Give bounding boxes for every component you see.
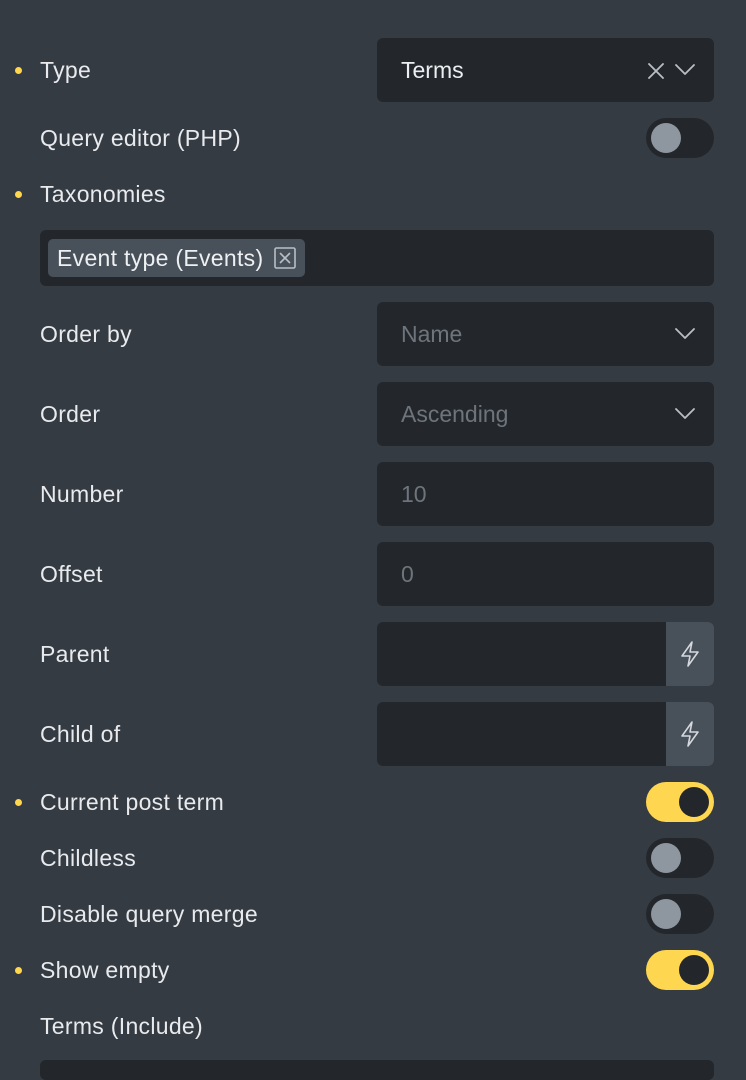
terms-include-select[interactable]: [40, 1060, 714, 1080]
dynamic-data-button[interactable]: [666, 622, 714, 686]
disable-query-merge-toggle[interactable]: [646, 894, 714, 934]
type-label: Type: [40, 57, 92, 83]
query-settings-panel: Type Terms Query editor (PHP) Taxonomies…: [0, 0, 746, 1080]
chevron-down-icon[interactable]: [675, 64, 695, 76]
toggle-knob: [679, 955, 709, 985]
toggle-knob: [679, 787, 709, 817]
parent-label: Parent: [40, 641, 110, 667]
current-post-term-toggle[interactable]: [646, 782, 714, 822]
order-select[interactable]: Ascending: [377, 382, 714, 446]
taxonomies-select[interactable]: Event type (Events): [40, 230, 714, 286]
number-placeholder: 10: [401, 481, 427, 507]
taxonomy-tag-label: Event type (Events): [57, 245, 264, 271]
order-label: Order: [40, 401, 101, 427]
dynamic-data-button[interactable]: [666, 702, 714, 766]
parent-input[interactable]: [377, 622, 714, 686]
child-of-label: Child of: [40, 721, 121, 747]
query-editor-toggle[interactable]: [646, 118, 714, 158]
modified-indicator: [15, 967, 22, 974]
number-label: Number: [40, 481, 124, 507]
show-empty-toggle[interactable]: [646, 950, 714, 990]
query-editor-label: Query editor (PHP): [40, 125, 241, 151]
disable-query-merge-label: Disable query merge: [40, 901, 258, 927]
show-empty-label: Show empty: [40, 957, 170, 983]
childless-toggle[interactable]: [646, 838, 714, 878]
close-square-icon[interactable]: [274, 247, 297, 269]
close-icon[interactable]: [648, 63, 664, 79]
taxonomy-tag: Event type (Events): [48, 239, 306, 277]
childless-label: Childless: [40, 845, 137, 871]
offset-label: Offset: [40, 561, 103, 587]
modified-indicator: [15, 67, 22, 74]
order-by-select[interactable]: Name: [377, 302, 714, 366]
toggle-knob: [651, 843, 681, 873]
type-select[interactable]: Terms: [377, 38, 714, 102]
modified-indicator: [15, 191, 22, 198]
number-input[interactable]: 10: [377, 462, 714, 526]
child-of-input[interactable]: [377, 702, 714, 766]
bolt-icon: [681, 641, 699, 667]
order-by-label: Order by: [40, 321, 132, 347]
offset-input[interactable]: 0: [377, 542, 714, 606]
taxonomies-label: Taxonomies: [40, 181, 166, 207]
type-select-value: Terms: [401, 57, 464, 83]
modified-indicator: [15, 799, 22, 806]
chevron-down-icon[interactable]: [675, 328, 695, 340]
chevron-down-icon[interactable]: [675, 408, 695, 420]
order-placeholder: Ascending: [401, 401, 509, 427]
bolt-icon: [681, 721, 699, 747]
order-by-placeholder: Name: [401, 321, 463, 347]
current-post-term-label: Current post term: [40, 789, 225, 815]
toggle-knob: [651, 899, 681, 929]
terms-include-label: Terms (Include): [40, 1013, 203, 1039]
offset-placeholder: 0: [401, 561, 414, 587]
toggle-knob: [651, 123, 681, 153]
